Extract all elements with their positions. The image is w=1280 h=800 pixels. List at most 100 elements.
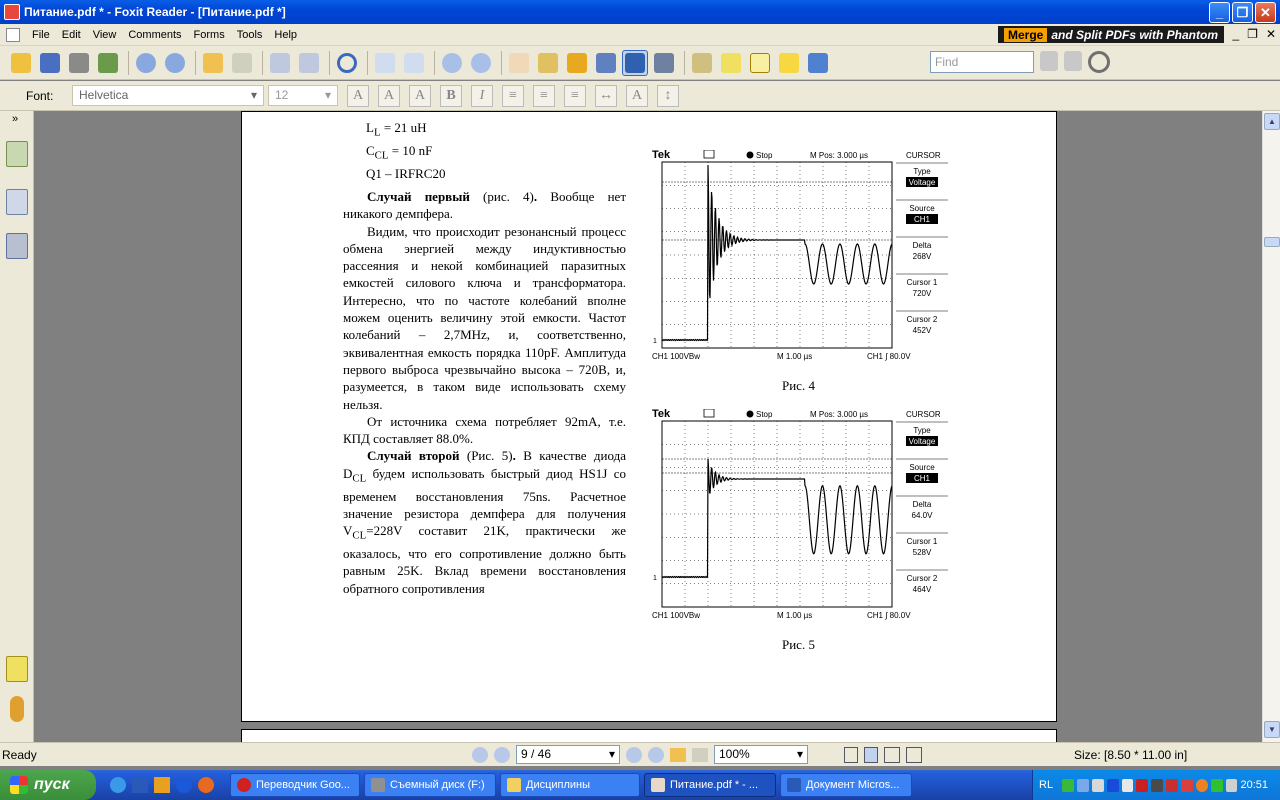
binoculars-button[interactable] — [593, 50, 619, 76]
mail-icon[interactable] — [132, 777, 148, 793]
find-input[interactable]: Find — [930, 51, 1034, 73]
doc-minimize-button[interactable]: _ — [1232, 27, 1239, 41]
fit-width-button[interactable] — [401, 50, 427, 76]
vertical-scrollbar[interactable]: ▲ ▼ — [1262, 111, 1280, 742]
font-color-button[interactable]: A — [347, 84, 369, 107]
firefox-icon[interactable] — [198, 777, 214, 793]
last-page-icon[interactable] — [648, 746, 664, 763]
select-button[interactable] — [564, 50, 590, 76]
language-indicator[interactable]: RL — [1039, 779, 1053, 791]
italic-button[interactable]: I — [471, 84, 493, 107]
tray-icon[interactable] — [1136, 778, 1149, 792]
layers-icon[interactable] — [6, 233, 28, 259]
next-page-icon[interactable] — [626, 746, 642, 763]
tray-icon[interactable] — [1091, 778, 1104, 792]
tray-icon[interactable] — [1121, 778, 1134, 792]
signal-icon[interactable] — [1210, 778, 1223, 792]
menu-view[interactable]: View — [87, 29, 123, 41]
zoom-select[interactable]: 100% ▾ — [714, 745, 808, 764]
camera-button[interactable] — [651, 50, 677, 76]
task-folder[interactable]: Дисциплины — [500, 773, 640, 797]
continuous-icon[interactable] — [864, 746, 878, 763]
doc-restore-button[interactable]: ❐ — [1247, 27, 1258, 41]
align-center-button[interactable]: ≡ — [533, 84, 555, 107]
line-spacing-button[interactable]: ↕ — [657, 84, 679, 107]
comment-button[interactable] — [776, 50, 802, 76]
scroll-thumb[interactable] — [1264, 237, 1280, 247]
select-text-button[interactable] — [622, 49, 648, 76]
menu-help[interactable]: Help — [268, 29, 303, 41]
menu-edit[interactable]: Edit — [56, 29, 87, 41]
task-removable-disk[interactable]: Съемный диск (F:) — [364, 773, 496, 797]
close-button[interactable]: ✕ — [1255, 2, 1276, 23]
task-translator[interactable]: Переводчик Goo... — [230, 773, 360, 797]
font-size-select[interactable]: 12 ▾ — [268, 85, 338, 106]
align-right-button[interactable]: ≡ — [564, 84, 586, 107]
save-button[interactable] — [37, 50, 63, 76]
first-page-icon[interactable] — [472, 746, 488, 763]
tray-icon[interactable] — [1076, 778, 1089, 792]
next-page-button[interactable] — [162, 50, 188, 76]
arrow-tool-button[interactable] — [805, 50, 831, 76]
bluetooth-icon[interactable] — [1106, 778, 1119, 792]
phantom-ad-banner[interactable]: Merge and Split PDFs with Phantom — [997, 26, 1224, 43]
zoom-out-button[interactable] — [439, 50, 465, 76]
forward-icon[interactable] — [692, 747, 708, 762]
prev-page-icon[interactable] — [494, 746, 510, 763]
network-icon[interactable] — [1062, 778, 1074, 792]
char-spacing-button[interactable]: ↔ — [595, 84, 617, 107]
volume-icon[interactable] — [1225, 778, 1238, 792]
text-size-button[interactable]: A — [626, 84, 648, 107]
typewriter-button[interactable] — [689, 50, 715, 76]
font-select[interactable]: Helvetica ▾ — [72, 85, 264, 106]
task-word[interactable]: Документ Micros... — [780, 773, 912, 797]
tray-icon[interactable] — [1195, 778, 1208, 792]
note-button[interactable] — [718, 50, 744, 76]
menu-file[interactable]: File — [26, 29, 56, 41]
fit-page-button[interactable] — [372, 50, 398, 76]
facing-icon[interactable] — [884, 746, 900, 763]
zoom-button[interactable] — [334, 50, 360, 76]
menu-forms[interactable]: Forms — [188, 29, 231, 41]
task-foxit[interactable]: Питание.pdf * - ... — [644, 773, 776, 797]
document-viewport[interactable]: LL = 21 uH CCL = 10 nF Q1 – IRFRC20 Случ… — [34, 111, 1262, 742]
single-page-icon[interactable] — [844, 746, 858, 763]
page-number-input[interactable]: 9 / 46 ▾ — [516, 745, 620, 764]
prev-page-button[interactable] — [133, 50, 159, 76]
zoom-in-button[interactable] — [468, 50, 494, 76]
pages-icon[interactable] — [6, 189, 28, 215]
menu-comments[interactable]: Comments — [122, 29, 187, 41]
print-button[interactable] — [66, 50, 92, 76]
start-button[interactable]: пуск — [0, 770, 96, 800]
app-icon-k[interactable] — [154, 777, 170, 793]
document-icon[interactable] — [6, 27, 20, 42]
bluetooth-icon[interactable] — [176, 777, 192, 793]
doc-close-button[interactable]: ✕ — [1266, 27, 1276, 41]
tray-icon[interactable] — [1166, 778, 1178, 792]
bookmarks-icon[interactable] — [6, 141, 28, 167]
copy-button[interactable] — [267, 50, 293, 76]
align-left-button[interactable]: ≡ — [502, 84, 524, 107]
paste-button[interactable] — [296, 50, 322, 76]
find-prev-icon[interactable] — [1040, 51, 1058, 71]
minimize-button[interactable]: _ — [1209, 2, 1230, 23]
snapshot-button[interactable] — [535, 50, 561, 76]
attachment-icon[interactable] — [10, 696, 24, 722]
tray-icon[interactable] — [1151, 778, 1164, 792]
font-outline-button[interactable]: A — [409, 84, 431, 107]
ie-icon[interactable] — [110, 777, 126, 793]
textbox-button[interactable] — [747, 50, 773, 76]
back-button[interactable] — [200, 50, 226, 76]
scroll-up-button[interactable]: ▲ — [1264, 113, 1280, 130]
maximize-button[interactable]: ❐ — [1232, 2, 1253, 23]
continuous-facing-icon[interactable] — [906, 746, 922, 763]
find-next-icon[interactable] — [1064, 51, 1082, 71]
back-icon[interactable] — [670, 747, 686, 762]
tray-icon[interactable] — [1180, 778, 1193, 792]
menu-tools[interactable]: Tools — [231, 29, 269, 41]
bold-button[interactable]: B — [440, 84, 462, 107]
font-bg-button[interactable]: A — [378, 84, 400, 107]
forward-button[interactable] — [229, 50, 255, 76]
email-button[interactable] — [95, 50, 121, 76]
open-button[interactable] — [8, 50, 34, 76]
